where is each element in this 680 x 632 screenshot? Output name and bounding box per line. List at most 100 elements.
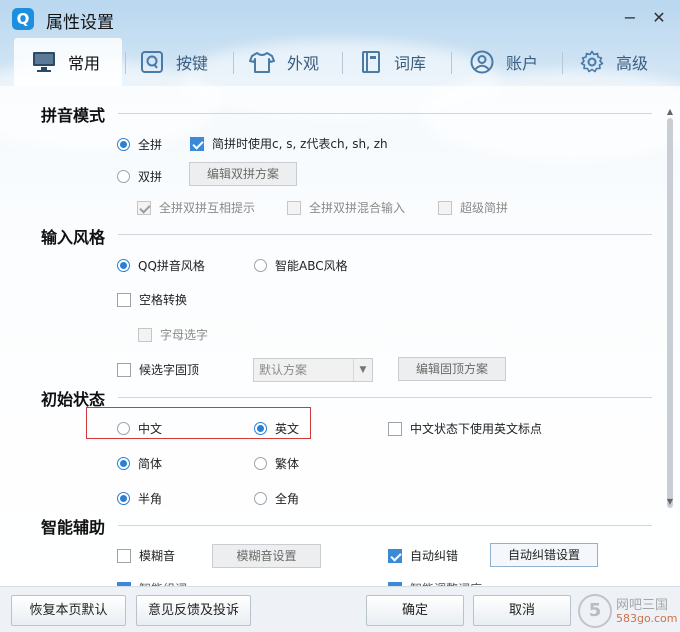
radio-full-pinyin[interactable]: 全拼: [117, 136, 162, 153]
feedback-button[interactable]: 意见反馈及投诉: [136, 595, 251, 626]
option-label: 简拼时使用c, s, z代表ch, sh, zh: [212, 137, 388, 151]
radio-indicator: [254, 457, 267, 470]
checkbox-super-jianpin[interactable]: 超级简拼: [438, 199, 508, 216]
option-label: 模糊音: [139, 549, 176, 563]
scroll-thumb[interactable]: [667, 118, 673, 508]
vertical-scrollbar[interactable]: ▲ ▼: [664, 106, 676, 586]
tab-dictionary[interactable]: 词库: [360, 38, 426, 86]
close-button[interactable]: ✕: [647, 6, 671, 30]
cancel-button[interactable]: 取消: [473, 595, 571, 626]
user-icon: [470, 50, 494, 74]
radio-indicator: [254, 259, 267, 272]
radio-abc-style[interactable]: 智能ABC风格: [254, 257, 348, 274]
fuzzy-settings-button[interactable]: 模糊音设置: [212, 544, 321, 568]
checkbox-english-punct[interactable]: 中文状态下使用英文标点: [388, 420, 542, 437]
checkbox-letter-select[interactable]: 字母选字: [138, 326, 208, 343]
checkbox-indicator: [190, 136, 204, 151]
tab-label: 高级: [616, 54, 649, 73]
checkbox-indicator: [117, 292, 131, 307]
tab-bar: 常用 按键 外观 词库 账户 高级: [0, 38, 680, 86]
settings-content: 拼音模式 全拼 简拼时使用c, s, z代表ch, sh, zh 双拼 编辑双拼…: [0, 86, 680, 587]
scroll-down-icon[interactable]: ▼: [664, 496, 676, 508]
tab-separator: [125, 52, 126, 74]
section-title-pinyin-mode: 拼音模式: [41, 106, 106, 125]
edit-fixed-scheme-button[interactable]: 编辑固顶方案: [398, 357, 506, 381]
section-title-smart-assist: 智能辅助: [41, 518, 106, 537]
edit-double-pinyin-button[interactable]: 编辑双拼方案: [189, 162, 297, 186]
option-label: 候选字固顶: [139, 363, 200, 377]
checkbox-fixed-top[interactable]: 候选字固顶: [117, 361, 199, 378]
tab-label: 常用: [68, 54, 101, 73]
watermark-logo-icon: 5: [578, 594, 612, 628]
section-divider: [118, 525, 652, 526]
checkbox-indicator: [388, 421, 402, 436]
section-divider: [118, 113, 652, 114]
option-label: 智能ABC风格: [275, 259, 348, 273]
checkbox-autocorrect[interactable]: 自动纠错: [388, 547, 458, 564]
radio-half-width[interactable]: 半角: [117, 490, 162, 507]
radio-english[interactable]: 英文: [254, 420, 299, 437]
chevron-down-icon: ▼: [353, 359, 372, 381]
section-divider: [118, 234, 652, 235]
option-label: 双拼: [138, 170, 163, 184]
radio-indicator: [117, 492, 130, 505]
option-label: 自动纠错: [410, 549, 459, 563]
radio-qq-style[interactable]: QQ拼音风格: [117, 257, 205, 274]
checkbox-indicator: [138, 327, 152, 342]
restore-default-button[interactable]: 恢复本页默认: [11, 595, 126, 626]
option-label: 空格转换: [139, 293, 188, 307]
radio-indicator: [117, 457, 130, 470]
radio-indicator: [117, 422, 130, 435]
fixed-scheme-select[interactable]: 默认方案 ▼: [253, 358, 373, 382]
checkbox-space-convert[interactable]: 空格转换: [117, 291, 187, 308]
gear-icon: [580, 50, 604, 74]
option-label: 全拼: [138, 138, 163, 152]
tab-separator: [233, 52, 234, 74]
checkbox-indicator: [388, 548, 402, 563]
radio-simplified[interactable]: 简体: [117, 455, 162, 472]
scroll-up-icon[interactable]: ▲: [664, 106, 676, 118]
tab-appearance[interactable]: 外观: [249, 38, 319, 86]
checkbox-indicator: [117, 548, 131, 563]
checkbox-mixed-input[interactable]: 全拼双拼混合输入: [287, 199, 405, 216]
ok-button[interactable]: 确定: [366, 595, 464, 626]
window-title: 属性设置: [46, 13, 114, 33]
tab-separator: [451, 52, 452, 74]
tab-general[interactable]: 常用: [14, 38, 122, 86]
key-q-icon: [140, 51, 164, 73]
checkbox-indicator: [438, 200, 452, 215]
radio-full-width[interactable]: 全角: [254, 490, 299, 507]
option-label: 英文: [275, 422, 300, 436]
tab-account[interactable]: 账户: [470, 38, 538, 86]
checkbox-indicator: [117, 362, 131, 377]
minimize-button[interactable]: −: [618, 6, 642, 30]
radio-double-pinyin[interactable]: 双拼: [117, 168, 162, 185]
checkbox-fuzzy[interactable]: 模糊音: [117, 547, 175, 564]
watermark-text: 网吧三国: [616, 598, 669, 613]
book-icon: [360, 51, 382, 73]
settings-window: Q 属性设置 − ✕ 常用 按键 外观 词库 账户 高级 拼音模式 全拼 简拼时…: [0, 0, 680, 632]
tab-advanced[interactable]: 高级: [580, 38, 648, 86]
tab-label: 按键: [176, 54, 209, 73]
tab-label: 词库: [394, 54, 427, 73]
radio-indicator: [117, 170, 130, 183]
checkbox-mutual-hint[interactable]: 全拼双拼互相提示: [137, 199, 255, 216]
title-bar: Q 属性设置 − ✕: [0, 0, 680, 38]
option-label: 全拼双拼互相提示: [159, 201, 256, 215]
tab-keys[interactable]: 按键: [140, 38, 208, 86]
checkbox-indicator: [137, 200, 151, 215]
option-label: 超级简拼: [460, 201, 509, 215]
section-title-input-style: 输入风格: [41, 228, 106, 247]
tab-separator: [562, 52, 563, 74]
radio-chinese[interactable]: 中文: [117, 420, 162, 437]
radio-indicator: [117, 259, 130, 272]
autocorrect-settings-button[interactable]: 自动纠错设置: [490, 543, 598, 567]
radio-indicator: [117, 138, 130, 151]
radio-traditional[interactable]: 繁体: [254, 455, 299, 472]
option-label: 全角: [275, 492, 300, 506]
section-divider: [118, 397, 652, 398]
checkbox-indicator: [287, 200, 301, 215]
checkbox-jianpin-czs[interactable]: 简拼时使用c, s, z代表ch, sh, zh: [190, 135, 388, 152]
tab-label: 外观: [287, 54, 320, 73]
option-label: 繁体: [275, 457, 300, 471]
